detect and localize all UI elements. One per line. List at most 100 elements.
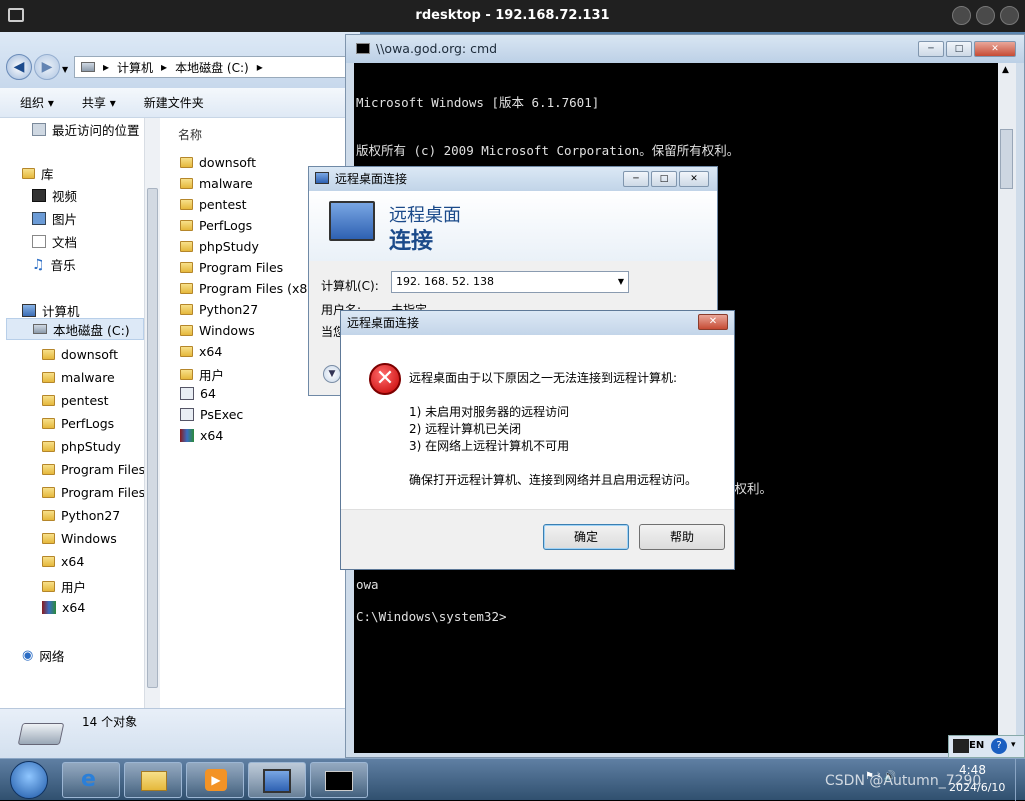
cmd-title-bar[interactable]: \\owa.god.org: cmd ─ □ ✕ (346, 35, 1024, 63)
close-button[interactable] (1000, 6, 1019, 25)
nav-folder[interactable]: x64 (42, 554, 84, 569)
breadcrumb[interactable]: ▸ 计算机 ▸ 本地磁盘 (C:) ▸ (74, 56, 364, 78)
close-button[interactable]: ✕ (974, 41, 1016, 57)
nav-folder[interactable]: 用户 (42, 577, 86, 596)
file-item[interactable]: Windows (180, 323, 255, 338)
nav-folder[interactable]: downsoft (42, 347, 118, 362)
nav-archive[interactable]: x64 (42, 600, 85, 615)
nav-folder[interactable]: Program Files (42, 485, 145, 500)
scroll-up-icon[interactable]: ▲ (1002, 65, 1009, 75)
nav-folder[interactable]: Windows (42, 531, 117, 546)
language-indicator[interactable]: EN (969, 740, 984, 751)
maximize-button[interactable] (976, 6, 995, 25)
taskbar-media-player[interactable]: ▶ (186, 762, 244, 798)
help-button[interactable]: 帮助 (639, 524, 725, 550)
nav-network[interactable]: ◉ 网络 (22, 646, 64, 665)
minimize-button[interactable]: ─ (623, 171, 649, 187)
file-item[interactable]: 用户 (180, 365, 224, 384)
nav-pictures[interactable]: 图片 (32, 209, 77, 228)
taskbar-cmd[interactable] (310, 762, 368, 798)
status-bar: 14 个对象 (0, 708, 360, 758)
folder-icon (180, 199, 193, 210)
error-dialog-title-bar[interactable]: 远程桌面连接 ✕ (341, 311, 734, 335)
chevron-right-icon: ▸ (256, 60, 263, 74)
nav-folder[interactable]: Program Files (42, 462, 145, 477)
documents-icon (32, 235, 46, 248)
nav-folder[interactable]: PerfLogs (42, 416, 114, 431)
file-item[interactable]: PerfLogs (180, 218, 252, 233)
file-item[interactable]: Program Files (x86 (180, 281, 315, 296)
music-icon: ♫ (32, 256, 45, 273)
forward-button[interactable]: ▶ (34, 54, 60, 80)
outer-window-title: rdesktop - 192.168.72.131 (415, 8, 610, 23)
cmd-scrollbar-thumb[interactable] (1000, 129, 1013, 189)
back-button[interactable]: ◀ (6, 54, 32, 80)
computer-combobox[interactable]: 192. 168. 52. 138 ▼ (391, 271, 629, 293)
file-item[interactable]: pentest (180, 197, 247, 212)
chevron-down-icon[interactable]: ▼ (618, 272, 624, 292)
file-item[interactable]: PsExec (180, 407, 243, 422)
folder-icon (42, 581, 55, 592)
rdp-title: 远程桌面连接 (335, 172, 408, 186)
folder-icon (42, 464, 55, 475)
taskbar-explorer[interactable] (124, 762, 182, 798)
taskbar-rdp[interactable] (248, 762, 306, 798)
show-desktop-button[interactable] (1015, 759, 1025, 801)
error-dialog: 远程桌面连接 ✕ ✕ 远程桌面由于以下原因之一无法连接到远程计算机: 1) 未启… (340, 310, 735, 570)
minimize-button[interactable] (952, 6, 971, 25)
history-dropdown-icon[interactable]: ▼ (62, 65, 68, 74)
media-player-icon: ▶ (205, 769, 227, 791)
computer-icon (22, 304, 36, 317)
keyboard-icon (953, 739, 969, 753)
navigation-pane: 最近访问的位置 库 视频 图片 文档 ♫ 音乐 计算机 本地磁盘 (C:) dow… (0, 118, 160, 708)
folder-icon (42, 349, 55, 360)
file-item[interactable]: Python27 (180, 302, 258, 317)
network-icon: ◉ (22, 648, 34, 663)
nav-scrollbar-thumb[interactable] (147, 188, 158, 688)
close-button[interactable]: ✕ (698, 314, 728, 330)
close-button[interactable]: ✕ (679, 171, 709, 187)
folder-icon (42, 395, 55, 406)
nav-folder[interactable]: phpStudy (42, 439, 121, 454)
nav-scrollbar[interactable] (144, 118, 160, 708)
taskbar-ie[interactable]: e (62, 762, 120, 798)
column-header-name[interactable]: 名称 (178, 126, 202, 143)
nav-music[interactable]: ♫ 音乐 (32, 255, 76, 274)
file-item[interactable]: downsoft (180, 155, 256, 170)
breadcrumb-computer[interactable]: 计算机 (117, 59, 153, 76)
nav-video[interactable]: 视频 (32, 186, 77, 205)
console-line: Microsoft Windows [版本 6.1.7601] (356, 95, 600, 110)
share-menu[interactable]: 共享 ▾ (82, 94, 116, 111)
file-item[interactable]: 64 (180, 386, 216, 401)
start-button[interactable] (10, 761, 48, 799)
file-item[interactable]: x64 (180, 344, 222, 359)
restore-button[interactable]: □ (651, 171, 677, 187)
nav-folder[interactable]: Python27 (42, 508, 120, 523)
minimize-button[interactable]: ─ (918, 41, 944, 57)
rdp-title-bar[interactable]: 远程桌面连接 ─ □ ✕ (309, 167, 717, 191)
help-icon[interactable]: ? (991, 738, 1007, 754)
nav-folder[interactable]: pentest (42, 393, 109, 408)
organize-menu[interactable]: 组织 ▾ (20, 94, 54, 111)
recent-places-icon (32, 123, 46, 136)
new-folder-button[interactable]: 新建文件夹 (144, 94, 204, 111)
ok-button[interactable]: 确定 (543, 524, 629, 550)
file-item[interactable]: Program Files (180, 260, 283, 275)
cmd-scrollbar[interactable]: ▲ ▼ (998, 63, 1016, 753)
address-bar-area: ◀ ▶ ▼ ▸ 计算机 ▸ 本地磁盘 (C:) ▸ (0, 32, 364, 88)
nav-recent[interactable]: 最近访问的位置 (32, 120, 140, 139)
file-item[interactable]: x64 (180, 428, 223, 443)
nav-folder[interactable]: malware (42, 370, 115, 385)
nav-documents[interactable]: 文档 (32, 232, 77, 251)
breadcrumb-local-disk[interactable]: 本地磁盘 (C:) (175, 59, 249, 76)
options-expand-button[interactable]: ▼ (323, 365, 341, 383)
nav-libraries[interactable]: 库 (22, 164, 54, 183)
file-item[interactable]: malware (180, 176, 253, 191)
window-icon (8, 8, 24, 22)
folder-icon (180, 304, 193, 315)
nav-local-disk[interactable]: 本地磁盘 (C:) (6, 318, 144, 340)
language-bar-menu-icon[interactable]: ▾ (1011, 740, 1016, 750)
restore-button[interactable]: □ (946, 41, 972, 57)
file-item[interactable]: phpStudy (180, 239, 259, 254)
language-bar[interactable]: EN ? ▾ (948, 735, 1025, 758)
